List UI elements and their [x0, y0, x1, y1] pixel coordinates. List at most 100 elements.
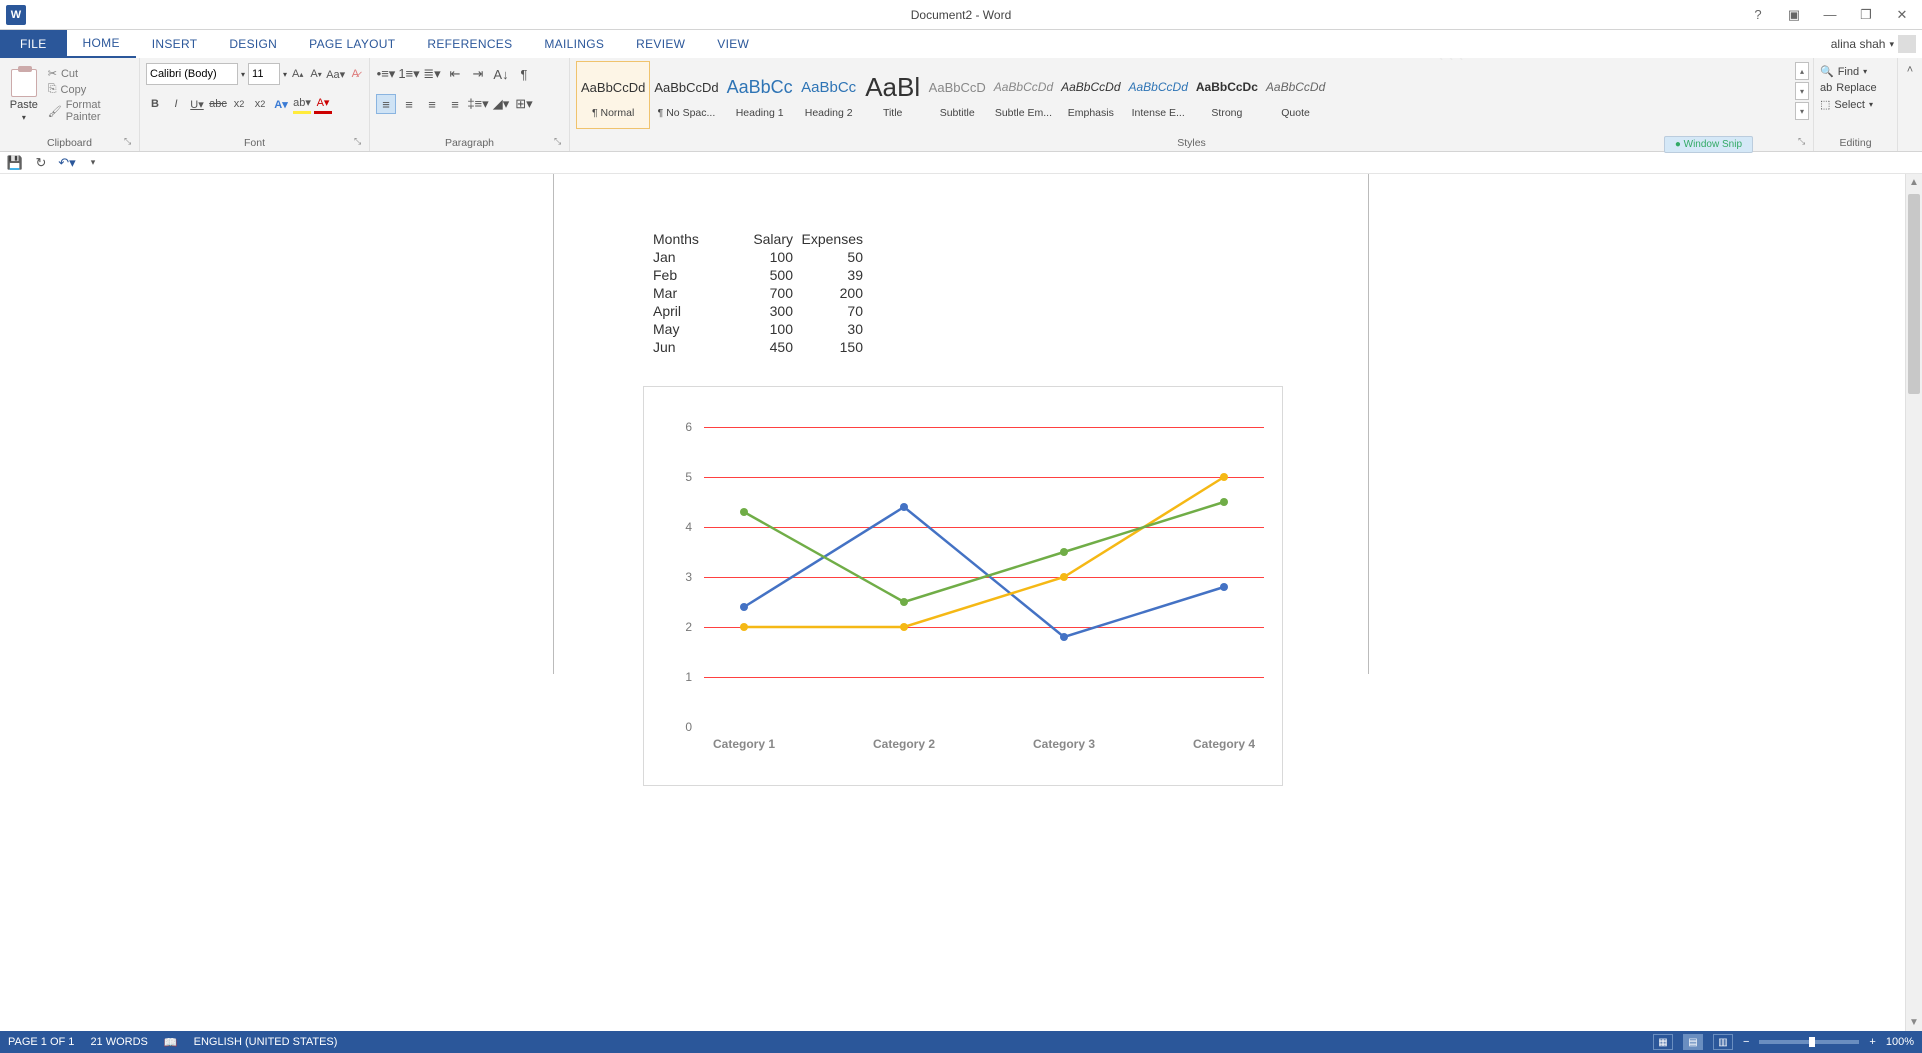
format-painter-button[interactable]: 🖌Format Painter [48, 99, 133, 123]
align-right-button[interactable]: ≡ [422, 94, 442, 114]
tab-home[interactable]: HOME [67, 30, 136, 58]
numbering-button[interactable]: 1≡▾ [399, 64, 419, 84]
tab-design[interactable]: DESIGN [213, 30, 293, 58]
style-title[interactable]: AaBlTitle [861, 61, 925, 129]
tab-review[interactable]: REVIEW [620, 30, 701, 58]
document-area[interactable]: MonthsSalaryExpensesJan10050Feb50039Mar7… [0, 174, 1922, 1031]
save-button[interactable]: 💾 [6, 154, 24, 172]
style--no-spac-[interactable]: AaBbCcDd¶ No Spac... [650, 61, 722, 129]
word-count[interactable]: 21 WORDS [90, 1036, 147, 1048]
style--normal[interactable]: AaBbCcDd¶ Normal [576, 61, 650, 129]
print-layout-button[interactable]: ▤ [1683, 1034, 1703, 1050]
decrease-indent-button[interactable]: ⇤ [445, 64, 465, 84]
tab-mailings[interactable]: MAILINGS [528, 30, 620, 58]
proofing-icon[interactable]: 📖 [164, 1036, 178, 1049]
language-indicator[interactable]: ENGLISH (UNITED STATES) [194, 1036, 338, 1048]
font-launcher[interactable]: ⤡ [354, 136, 366, 148]
zoom-level[interactable]: 100% [1886, 1036, 1914, 1048]
underline-button[interactable]: U▾ [188, 94, 206, 114]
borders-button[interactable]: ⊞▾ [514, 94, 534, 114]
y-tick-label: 6 [685, 420, 692, 434]
sort-button[interactable]: A↓ [491, 64, 511, 84]
chart-marker [1220, 583, 1228, 591]
chart-object[interactable]: 0123456Category 1Category 2Category 3Cat… [643, 386, 1283, 786]
select-button[interactable]: ⬚Select▾ [1820, 98, 1891, 111]
undo-button[interactable]: ↶▾ [58, 154, 76, 172]
scroll-thumb[interactable] [1908, 194, 1920, 394]
help-button[interactable]: ? [1746, 5, 1770, 25]
justify-button[interactable]: ≡ [445, 94, 465, 114]
tab-page-layout[interactable]: PAGE LAYOUT [293, 30, 411, 58]
chart-series-line [744, 507, 1224, 637]
style-quote[interactable]: AaBbCcDdQuote [1262, 61, 1329, 129]
page-indicator[interactable]: PAGE 1 OF 1 [8, 1036, 74, 1048]
highlight-button[interactable]: ab▾ [293, 94, 311, 114]
text-effects-button[interactable]: A▾ [272, 94, 290, 114]
tab-insert[interactable]: INSERT [136, 30, 214, 58]
show-marks-button[interactable]: ¶ [514, 64, 534, 84]
tab-file[interactable]: FILE [0, 30, 67, 58]
copy-button[interactable]: ⎘Copy [48, 83, 133, 96]
word-app-icon: W [6, 5, 26, 25]
paragraph-launcher[interactable]: ⤡ [554, 136, 566, 148]
paste-button[interactable]: Paste ▾ [6, 61, 42, 129]
find-button[interactable]: 🔍Find▾ [1820, 65, 1891, 78]
style-heading-2[interactable]: AaBbCcHeading 2 [797, 61, 861, 129]
collapse-ribbon-button[interactable]: ˄ [1898, 58, 1922, 151]
font-name-combo[interactable] [146, 63, 238, 85]
ribbon-display-options-button[interactable]: ▣ [1782, 5, 1806, 25]
read-mode-button[interactable]: ▦ [1653, 1034, 1673, 1050]
align-left-button[interactable]: ≡ [376, 94, 396, 114]
qat-customize[interactable]: ▾ [84, 154, 102, 172]
tab-references[interactable]: REFERENCES [411, 30, 528, 58]
increase-indent-button[interactable]: ⇥ [468, 64, 488, 84]
shrink-font-button[interactable]: A▾ [308, 64, 323, 84]
style-intense-e-[interactable]: AaBbCcDdIntense E... [1125, 61, 1192, 129]
grow-font-button[interactable]: A▴ [290, 64, 305, 84]
chart-marker [900, 598, 908, 606]
strikethrough-button[interactable]: abc [209, 94, 227, 114]
tab-view[interactable]: VIEW [701, 30, 765, 58]
zoom-in-button[interactable]: + [1869, 1036, 1875, 1048]
web-layout-button[interactable]: ▥ [1713, 1034, 1733, 1050]
clipboard-launcher[interactable]: ⤡ [124, 136, 136, 148]
style-subtitle[interactable]: AaBbCcDSubtitle [925, 61, 990, 129]
align-center-button[interactable]: ≡ [399, 94, 419, 114]
repeat-button[interactable]: ↻ [32, 154, 50, 172]
subscript-button[interactable]: x2 [230, 94, 248, 114]
line-spacing-button[interactable]: ‡≡▾ [468, 94, 488, 114]
shading-button[interactable]: ◢▾ [491, 94, 511, 114]
styles-scroll-down[interactable]: ▾ [1795, 82, 1809, 100]
chart-marker [1060, 633, 1068, 641]
multilevel-list-button[interactable]: ≣▾ [422, 64, 442, 84]
change-case-button[interactable]: Aa▾ [327, 64, 345, 84]
bold-button[interactable]: B [146, 94, 164, 114]
scroll-down-arrow[interactable]: ▼ [1906, 1014, 1922, 1031]
restore-button[interactable]: ❐ [1854, 5, 1878, 25]
font-color-button[interactable]: A▾ [314, 94, 332, 114]
table-row: Feb50039 [653, 266, 863, 284]
scroll-up-arrow[interactable]: ▲ [1906, 174, 1922, 191]
italic-button[interactable]: I [167, 94, 185, 114]
font-size-combo[interactable] [248, 63, 280, 85]
zoom-slider[interactable] [1759, 1040, 1859, 1044]
table-row: Mar700200 [653, 284, 863, 302]
superscript-button[interactable]: x2 [251, 94, 269, 114]
cut-button[interactable]: ✂Cut [48, 67, 133, 80]
user-account[interactable]: alina shah▾ [1831, 30, 1916, 58]
replace-button[interactable]: abReplace [1820, 82, 1891, 94]
close-button[interactable]: ✕ [1890, 5, 1914, 25]
data-table[interactable]: MonthsSalaryExpensesJan10050Feb50039Mar7… [653, 230, 863, 356]
style-emphasis[interactable]: AaBbCcDdEmphasis [1057, 61, 1124, 129]
style-subtle-em-[interactable]: AaBbCcDdSubtle Em... [990, 61, 1057, 129]
styles-expand[interactable]: ▾ [1795, 102, 1809, 120]
style-strong[interactable]: AaBbCcDcStrong [1192, 61, 1262, 129]
styles-scroll-up[interactable]: ▴ [1795, 62, 1809, 80]
clear-formatting-button[interactable]: A̷ [348, 64, 363, 84]
bullets-button[interactable]: •≡▾ [376, 64, 396, 84]
style-heading-1[interactable]: AaBbCcHeading 1 [723, 61, 797, 129]
vertical-scrollbar[interactable]: ▲ ▼ [1905, 174, 1922, 1031]
zoom-out-button[interactable]: − [1743, 1036, 1749, 1048]
minimize-button[interactable]: — [1818, 5, 1842, 25]
styles-launcher[interactable]: ⤡ [1798, 136, 1810, 148]
